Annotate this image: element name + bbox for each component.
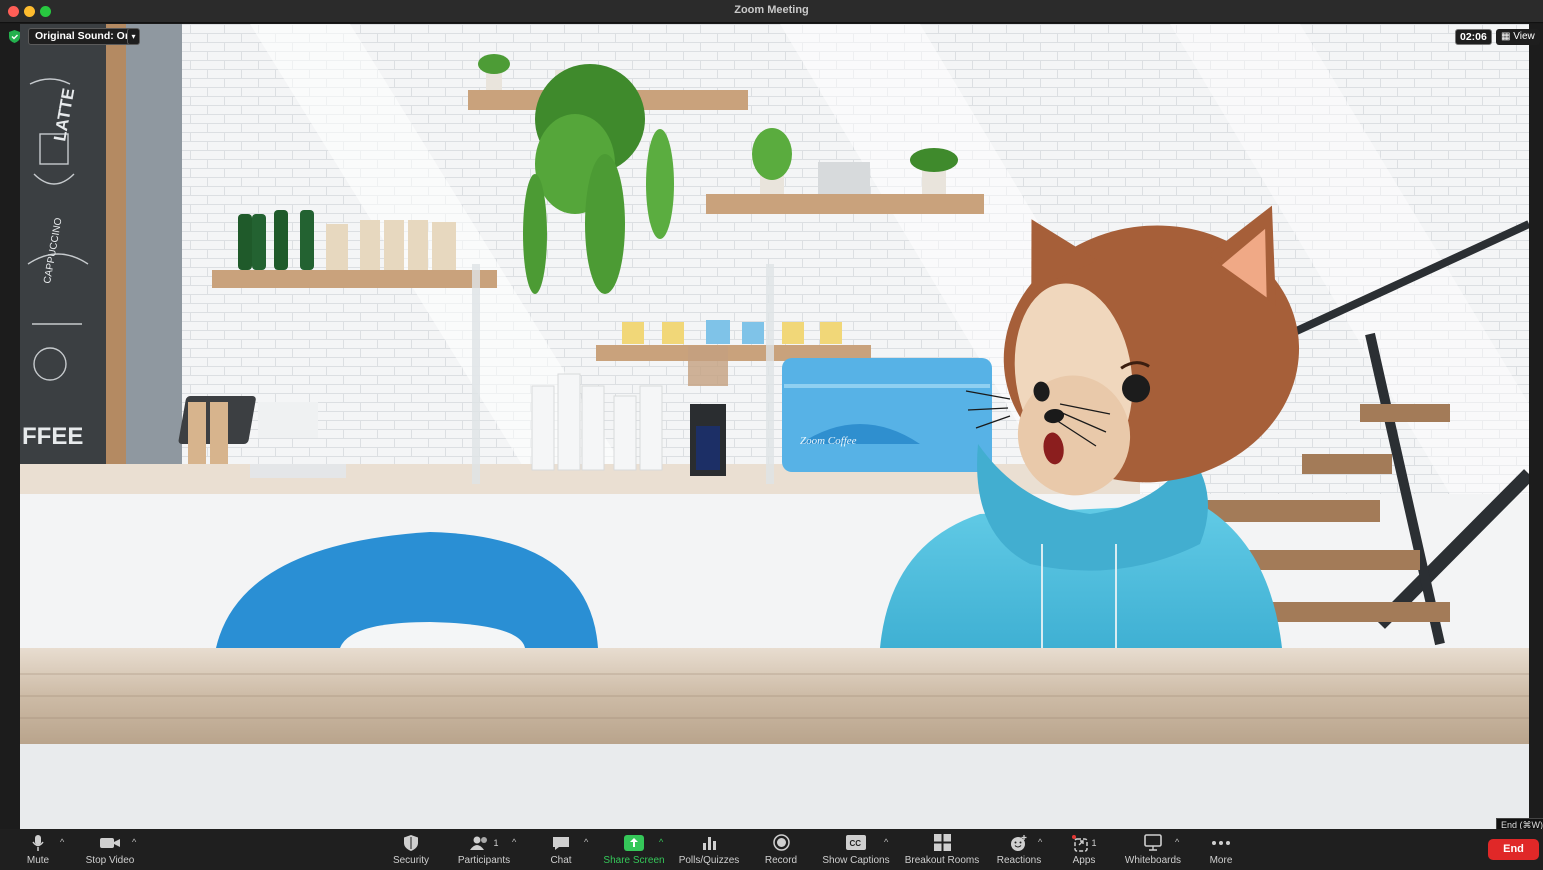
share-options-caret[interactable]: ^ (659, 837, 663, 847)
shelf-right (706, 194, 984, 214)
share-screen-label: Share Screen (603, 855, 665, 866)
closed-captions-icon: CC (846, 835, 866, 850)
original-sound-dropdown[interactable]: ▾ (127, 28, 140, 45)
security-shield-icon (404, 834, 418, 851)
chalkboard-coffee: FFEE (22, 423, 83, 450)
espresso-machine: Zoom Coffee (782, 358, 992, 472)
more-label: More (1209, 855, 1233, 866)
polls-quizzes-label: Polls/Quizzes (678, 855, 740, 866)
stop-video-button[interactable]: Stop Video (65, 833, 155, 866)
show-captions-label: Show Captions (822, 855, 890, 866)
espresso-brand-text: Zoom Coffee (800, 435, 857, 447)
bottles (238, 210, 314, 270)
reactions-label: Reactions (996, 855, 1042, 866)
participants-icon (470, 836, 488, 850)
more-button[interactable]: More (1176, 833, 1266, 866)
video-options-caret[interactable]: ^ (132, 837, 136, 847)
breakout-rooms-label: Breakout Rooms (904, 855, 980, 866)
stop-video-label: Stop Video (85, 855, 135, 866)
right-gutter (1529, 24, 1543, 829)
participants-count: 1 (493, 837, 499, 848)
meeting-toolbar: Mute ^ Stop Video ^ Security 1 Participa… (0, 829, 1543, 870)
polls-bar-chart-icon (703, 836, 716, 850)
view-label: View (1513, 31, 1535, 42)
whiteboard-icon (1144, 834, 1162, 851)
apps-label: Apps (1072, 855, 1096, 866)
meeting-timer: 02:06 (1455, 29, 1492, 45)
mute-label: Mute (26, 855, 50, 866)
chat-options-caret[interactable]: ^ (584, 837, 588, 847)
left-gutter (0, 24, 20, 829)
end-meeting-button[interactable]: End (1488, 839, 1539, 860)
record-icon (772, 834, 790, 851)
whiteboards-label: Whiteboards (1124, 855, 1182, 866)
chat-bubble-icon (553, 836, 569, 850)
window-title: Zoom Meeting (734, 4, 809, 16)
cup-stacks (531, 373, 663, 471)
breakout-rooms-grid-icon (933, 834, 951, 851)
reactions-smiley-icon (1011, 834, 1027, 851)
more-dots-icon (1212, 840, 1230, 845)
captions-options-caret[interactable]: ^ (884, 837, 888, 847)
view-button[interactable]: ▦ View (1496, 29, 1540, 45)
title-bar: Zoom Meeting (0, 0, 1543, 23)
chat-label: Chat (550, 855, 572, 866)
view-grid-icon: ▦ (1501, 31, 1514, 42)
audio-options-caret[interactable]: ^ (60, 837, 64, 847)
coffee-grinder (688, 346, 728, 476)
svg-text:CC: CC (850, 839, 862, 848)
video-stage[interactable]: LATTE CAPPUCCINO FFEE Zoom Coffee (20, 24, 1529, 829)
virtual-background-scene: LATTE CAPPUCCINO FFEE Zoom Coffee (20, 24, 1529, 829)
apps-count: 1 (1091, 837, 1097, 848)
encryption-shield-icon[interactable] (7, 29, 22, 44)
microphone-icon (32, 834, 44, 851)
original-sound-toggle[interactable]: Original Sound: On (28, 28, 139, 45)
apps-icon (1072, 834, 1089, 852)
security-label: Security (392, 855, 430, 866)
video-camera-icon (100, 837, 120, 848)
share-screen-arrow-icon (624, 834, 644, 851)
record-label: Record (764, 855, 798, 866)
coffee-bags (326, 220, 456, 270)
shelf-left (212, 270, 497, 288)
participants-label: Participants (457, 855, 511, 866)
